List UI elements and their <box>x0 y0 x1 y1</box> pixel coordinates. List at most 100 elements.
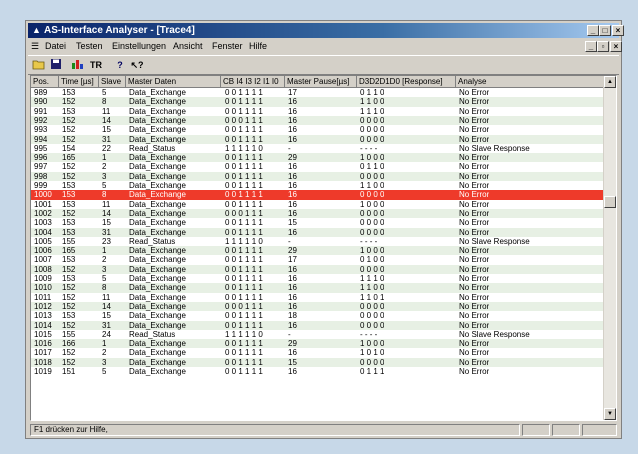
tr-button[interactable]: TR <box>88 58 104 72</box>
scroll-up-icon[interactable]: ▲ <box>604 76 616 88</box>
document-menu-icon[interactable]: ☰ <box>31 39 39 54</box>
table-row[interactable]: 1017 152 2 Data_Exchange 0 0 1 1 1 1 16 1 0 1 … <box>31 348 606 357</box>
cell-slave: 14 <box>102 301 111 311</box>
child-close-icon[interactable]: × <box>610 41 622 52</box>
table-row[interactable]: 996 165 1 Data_Exchange 0 0 1 1 1 1 29 1 0 0 0… <box>31 153 606 163</box>
vertical-scrollbar[interactable]: ▲ ▼ <box>603 76 616 420</box>
cell-bits: 0 0 1 1 1 1 <box>225 125 263 135</box>
cell-response: 0 1 1 0 <box>360 88 385 97</box>
cell-time: 153 <box>62 106 76 116</box>
cell-response: 0 0 0 0 <box>360 357 385 367</box>
cell-master-pause: 16 <box>288 162 297 172</box>
table-row[interactable]: 999 153 5 Data_Exchange 0 0 1 1 1 1 16 1 1 0 0… <box>31 181 606 190</box>
cell-master-pause: 16 <box>288 181 297 190</box>
cell-bits: 0 0 1 1 1 1 <box>225 283 263 293</box>
column-header-bits[interactable]: CB I4 I3 I2 I1 I0 <box>221 76 285 88</box>
table-row[interactable]: 998 152 3 Data_Exchange 0 0 1 1 1 1 16 0 0 0 0… <box>31 171 606 181</box>
table-row[interactable]: 989 153 5 Data_Exchange 0 0 1 1 1 1 17 0 1 1 0… <box>31 88 606 97</box>
context-help-icon[interactable]: ↖? <box>129 58 145 72</box>
column-header-analyse[interactable]: Analyse <box>456 76 606 88</box>
cell-time: 151 <box>62 367 76 376</box>
scroll-thumb[interactable] <box>604 196 616 208</box>
cell-master-daten: Data_Exchange <box>129 348 186 358</box>
cell-bits: 0 0 1 1 1 1 <box>225 339 263 349</box>
cell-master-daten: Data_Exchange <box>129 218 186 228</box>
help-question-icon[interactable]: ? <box>112 58 128 72</box>
cell-master-pause: 16 <box>288 274 297 283</box>
cell-analyse: No Error <box>459 208 490 218</box>
column-header-slave[interactable]: Slave <box>99 76 126 88</box>
table-row[interactable]: 1003 153 15 Data_Exchange 0 0 1 1 1 1 15 0 0 0… <box>31 218 606 227</box>
cell-pos: 1011 <box>34 292 52 302</box>
cell-pos: 1004 <box>34 227 52 237</box>
trace-table[interactable]: Pos. Time [µs] Slave Master Daten CB I4 … <box>30 75 617 421</box>
table-row[interactable]: 1009 153 5 Data_Exchange 0 0 1 1 1 1 16 1 1 1 … <box>31 274 606 283</box>
table-row[interactable]: 1013 153 15 Data_Exchange 0 0 1 1 1 1 18 0 0 0… <box>31 311 606 320</box>
table-row[interactable]: 993 152 15 Data_Exchange 0 0 1 1 1 1 16 0 0 0 … <box>31 125 606 134</box>
table-row[interactable]: 997 152 2 Data_Exchange 0 0 1 1 1 1 16 0 1 1 0… <box>31 162 606 171</box>
cell-response: 1 0 0 0 <box>360 199 385 209</box>
table-row[interactable]: 1019 151 5 Data_Exchange 0 0 1 1 1 1 16 0 1 1 … <box>31 367 606 376</box>
cell-time: 152 <box>62 125 76 135</box>
table-row[interactable]: 1001 153 11 Data_Exchange 0 0 1 1 1 1 16 1 0 0… <box>31 200 606 209</box>
maximize-icon[interactable]: □ <box>599 25 611 36</box>
cell-time: 153 <box>62 255 76 265</box>
bar-chart-icon[interactable] <box>70 58 86 72</box>
table-row[interactable]: 1014 152 31 Data_Exchange 0 0 1 1 1 1 16 0 0 0… <box>31 320 606 330</box>
table-row[interactable]: 1016 166 1 Data_Exchange 0 0 1 1 1 1 29 1 0 0 … <box>31 339 606 349</box>
cell-slave: 3 <box>102 171 107 181</box>
child-minimize-icon[interactable]: _ <box>585 41 597 52</box>
open-folder-icon[interactable] <box>31 58 47 72</box>
menu-testen[interactable]: Testen <box>76 39 103 54</box>
cell-response: 1 1 0 0 <box>360 283 385 293</box>
table-row[interactable]: 1002 152 14 Data_Exchange 0 0 0 1 1 1 16 0 0 0… <box>31 208 606 219</box>
cell-slave: 31 <box>102 320 111 330</box>
cell-response: 1 0 0 0 <box>360 153 385 163</box>
cell-time: 152 <box>62 264 76 274</box>
cell-response: 0 0 0 0 <box>360 115 385 125</box>
table-row[interactable]: 991 153 11 Data_Exchange 0 0 1 1 1 1 16 1 1 1 … <box>31 107 606 116</box>
table-row[interactable]: 1011 152 11 Data_Exchange 0 0 1 1 1 1 16 1 1 0… <box>31 293 606 302</box>
table-row[interactable]: 1008 152 3 Data_Exchange 0 0 1 1 1 1 16 0 0 0 … <box>31 264 606 274</box>
table-row[interactable]: 1004 153 31 Data_Exchange 0 0 1 1 1 1 16 0 0 0… <box>31 227 606 237</box>
cell-slave: 5 <box>102 367 107 376</box>
table-row[interactable]: 1007 153 2 Data_Exchange 0 0 1 1 1 1 17 0 1 0 … <box>31 255 606 264</box>
table-row[interactable]: 1012 152 14 Data_Exchange 0 0 0 1 1 1 16 0 0 0… <box>31 301 606 312</box>
column-header-pos[interactable]: Pos. <box>31 76 59 88</box>
child-restore-icon[interactable]: ▫ <box>597 41 609 52</box>
table-row[interactable]: 1010 152 8 Data_Exchange 0 0 1 1 1 1 16 1 1 0 … <box>31 283 606 293</box>
table-row[interactable]: 1005 155 23 Read_Status 1 1 1 1 1 0 - - - - - N… <box>31 237 606 246</box>
cell-pos: 992 <box>34 115 48 125</box>
cell-bits: 0 0 1 1 1 1 <box>225 264 263 274</box>
title-bar[interactable]: ▲ AS-Interface Analyser - [Trace4] _ □ × <box>28 23 624 38</box>
cell-master-pause: 15 <box>288 357 297 367</box>
cell-pos: 1002 <box>34 208 52 218</box>
table-row-selected[interactable]: 1000 153 8 Data_Exchange 0 0 1 1 1 1 16 0 0 0 … <box>31 190 606 200</box>
column-header-time[interactable]: Time [µs] <box>59 76 99 88</box>
cell-pos: 1005 <box>34 236 52 246</box>
cell-analyse: No Error <box>459 134 490 144</box>
column-header-master-pause[interactable]: Master Pause[µs] <box>285 76 357 88</box>
cell-master-pause: 29 <box>288 153 297 163</box>
menu-fenster[interactable]: Fenster <box>212 39 243 54</box>
column-header-response[interactable]: D3D2D1D0 [Response] <box>357 76 456 88</box>
table-row[interactable]: 1006 165 1 Data_Exchange 0 0 1 1 1 1 29 1 0 0 … <box>31 246 606 256</box>
save-disk-icon[interactable] <box>48 58 64 72</box>
table-row[interactable]: 994 152 31 Data_Exchange 0 0 1 1 1 1 16 0 0 0 … <box>31 134 606 144</box>
table-row[interactable]: 1015 155 24 Read_Status 1 1 1 1 1 0 - - - - - N… <box>31 330 606 339</box>
close-icon[interactable]: × <box>612 25 624 36</box>
scroll-down-icon[interactable]: ▼ <box>604 408 616 420</box>
table-row[interactable]: 1018 152 3 Data_Exchange 0 0 1 1 1 1 15 0 0 0 … <box>31 357 606 367</box>
column-header-master-daten[interactable]: Master Daten <box>126 76 221 88</box>
menu-ansicht[interactable]: Ansicht <box>173 39 203 54</box>
menu-datei[interactable]: Datei <box>45 39 66 54</box>
table-row[interactable]: 995 154 22 Read_Status 1 1 1 1 1 0 - - - - - No… <box>31 144 606 153</box>
table-row[interactable]: 990 152 8 Data_Exchange 0 0 1 1 1 1 16 1 1 0 0… <box>31 97 606 107</box>
menu-hilfe[interactable]: Hilfe <box>249 39 267 54</box>
minimize-icon[interactable]: _ <box>587 25 599 36</box>
cell-response: 0 0 0 0 <box>360 301 385 311</box>
table-row[interactable]: 992 152 14 Data_Exchange 0 0 0 1 1 1 16 0 0 0 … <box>31 115 606 126</box>
cell-bits: 0 0 1 1 1 1 <box>225 367 263 376</box>
menu-einstellungen[interactable]: Einstellungen <box>112 39 166 54</box>
cell-master-pause: 16 <box>288 134 297 144</box>
